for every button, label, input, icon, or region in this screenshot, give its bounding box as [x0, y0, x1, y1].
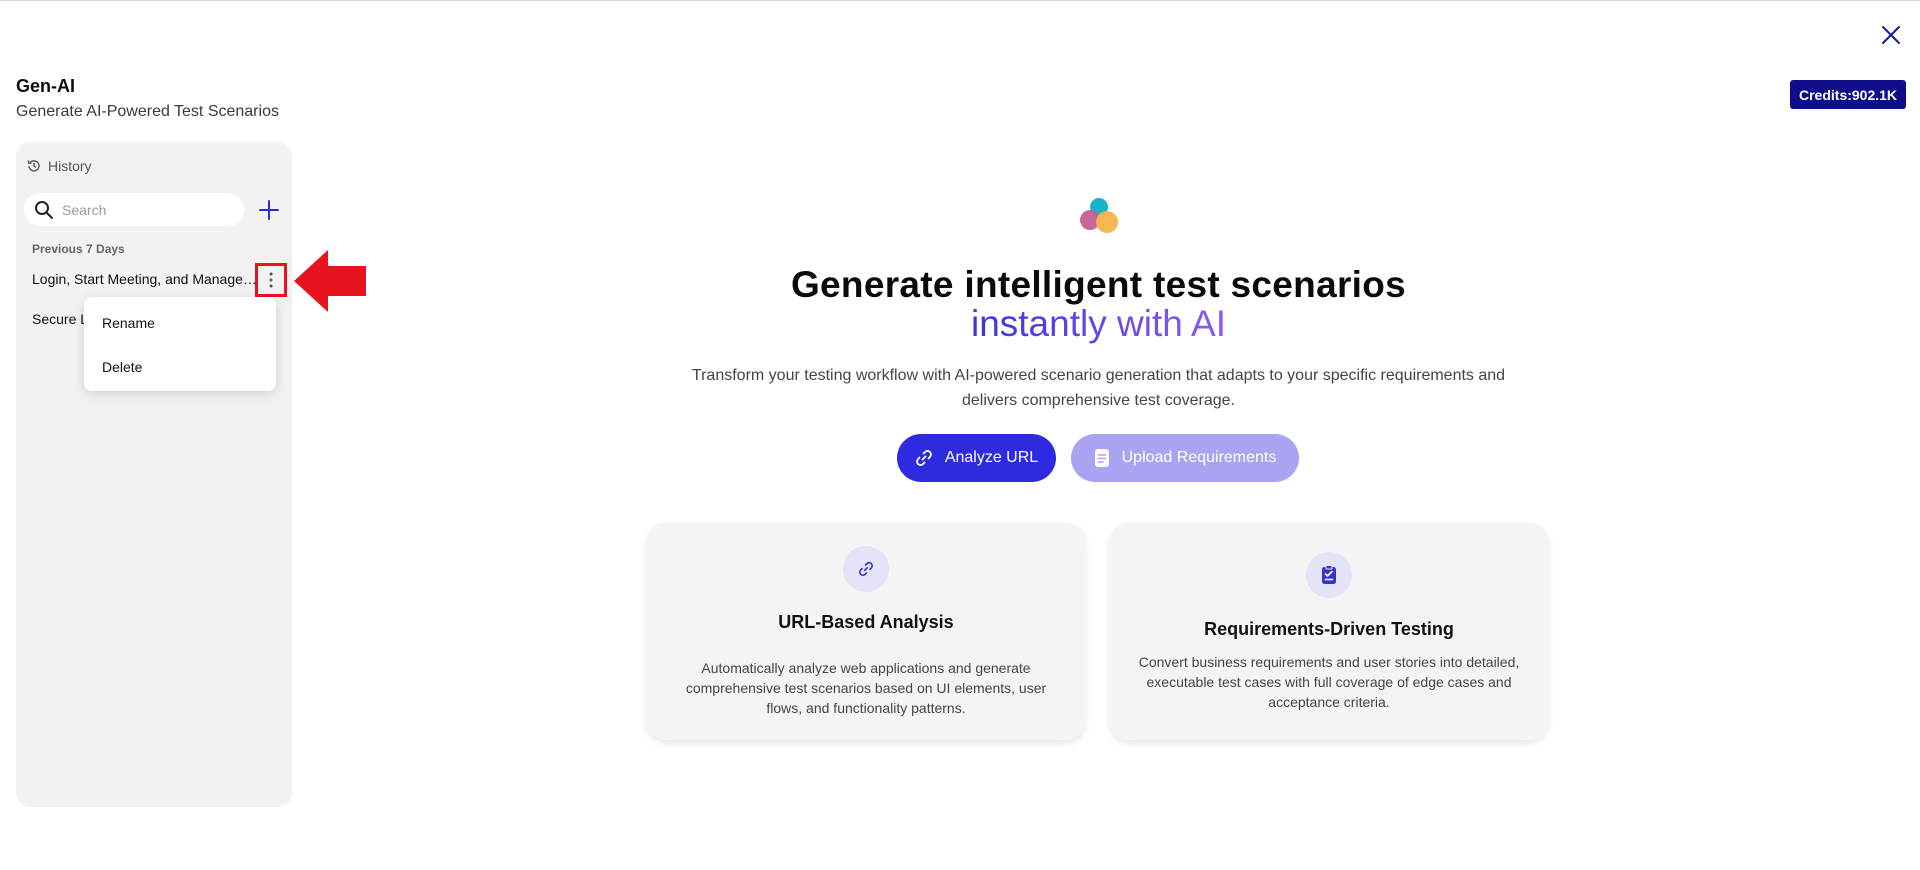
upload-requirements-button[interactable]: Upload Requirements [1071, 434, 1299, 482]
history-label: History [48, 158, 92, 174]
history-sidebar: History Previous 7 Days Login, Start Mee… [16, 142, 292, 807]
search-box[interactable] [24, 193, 244, 226]
link-icon [915, 450, 932, 466]
card-title: URL-Based Analysis [778, 612, 954, 632]
analyze-url-button[interactable]: Analyze URL [897, 434, 1056, 482]
search-icon [35, 200, 53, 219]
history-header: History [26, 158, 92, 174]
app-subtitle: Generate AI-Powered Test Scenarios [16, 103, 279, 120]
card-description: Convert business requirements and user s… [1138, 654, 1520, 710]
hero-title-accent-text: instantly with AI [970, 303, 1226, 344]
card-description: Automatically analyze web applications a… [685, 660, 1047, 716]
delete-menu-item[interactable]: Delete [102, 359, 142, 375]
history-icon [27, 160, 40, 172]
card-title: Requirements-Driven Testing [1204, 619, 1454, 639]
clipboard-check-icon [1306, 552, 1352, 598]
close-icon [1882, 26, 1900, 44]
app-logo [1080, 198, 1118, 233]
top-divider [0, 0, 1920, 1]
hero-title: Generate intelligent test scenarios [790, 264, 1407, 305]
close-button[interactable] [1876, 20, 1906, 50]
search-input[interactable] [62, 201, 232, 218]
credits-badge: Credits:902.1K [1790, 80, 1907, 109]
plus-icon [259, 200, 279, 220]
feature-card-url-analysis: URL-Based Analysis Automatically analyze… [647, 523, 1085, 740]
hero-description: Transform your testing workflow with AI-… [691, 367, 1506, 409]
history-group-label: Previous 7 Days [32, 242, 125, 256]
feature-card-requirements-testing: Requirements-Driven Testing Convert busi… [1110, 523, 1548, 740]
hero-title-accent: instantly with AI [0, 303, 1920, 345]
document-icon [1094, 449, 1109, 467]
link-icon [843, 546, 889, 592]
analyze-url-label: Analyze URL [944, 449, 1039, 466]
app-title: Gen-AI [16, 76, 76, 96]
upload-requirements-label: Upload Requirements [1121, 449, 1277, 466]
new-chat-button[interactable] [256, 197, 282, 223]
